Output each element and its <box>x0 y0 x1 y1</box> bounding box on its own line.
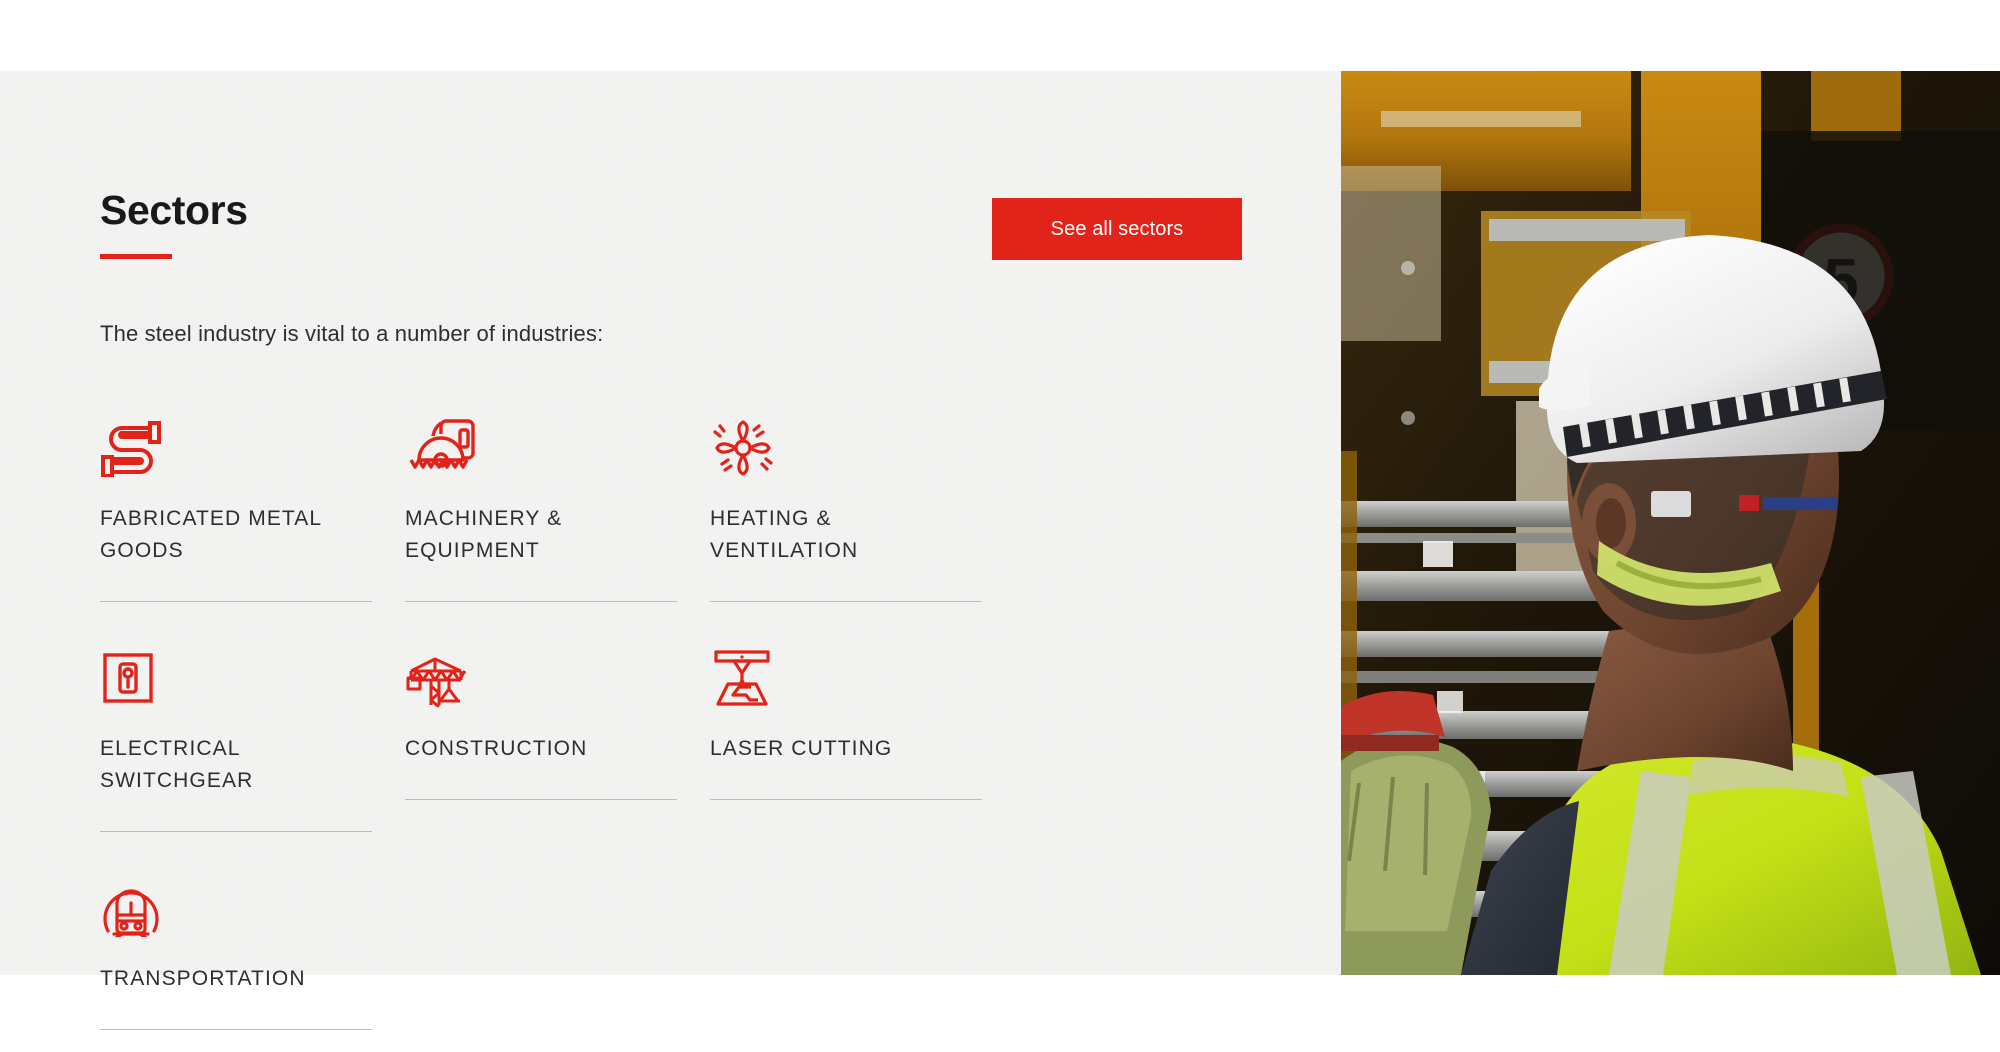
sector-divider <box>405 799 677 800</box>
sector-item-transportation[interactable]: TRANSPORTATION <box>100 875 405 1052</box>
sector-label: TRANSPORTATION <box>100 967 306 990</box>
title-underline-rule <box>100 254 172 259</box>
sector-grid: FABRICATED METAL GOODS MACHINERY & EQUIP… <box>100 415 1300 1052</box>
sector-label: ELECTRICAL SWITCHGEAR <box>100 737 254 792</box>
sector-label: CONSTRUCTION <box>405 737 588 760</box>
see-all-sectors-button[interactable]: See all sectors <box>992 198 1242 260</box>
panel-content: Sectors See all sectors The steel indust… <box>100 184 1290 1052</box>
train-icon <box>100 875 405 937</box>
section-header: Sectors See all sectors <box>100 184 1290 284</box>
circular-saw-icon <box>405 415 710 477</box>
sector-divider <box>100 1029 372 1030</box>
tower-crane-icon <box>405 645 710 707</box>
sector-label: HEATING & VENTILATION <box>710 507 859 562</box>
light-switch-icon <box>100 645 405 707</box>
page-root: Sectors See all sectors The steel indust… <box>0 0 2000 1052</box>
section-intro-text: The steel industry is vital to a number … <box>100 321 604 346</box>
sector-item-electrical-switchgear[interactable]: ELECTRICAL SWITCHGEAR <box>100 645 405 875</box>
sector-item-heating-ventilation[interactable]: HEATING & VENTILATION <box>710 415 1015 645</box>
s-pipe-icon <box>100 415 405 477</box>
sector-divider <box>710 799 982 800</box>
sector-item-machinery-equipment[interactable]: MACHINERY & EQUIPMENT <box>405 415 710 645</box>
sector-item-construction[interactable]: CONSTRUCTION <box>405 645 710 875</box>
sector-label: FABRICATED METAL GOODS <box>100 507 322 562</box>
sector-divider <box>710 601 982 602</box>
sector-label: MACHINERY & EQUIPMENT <box>405 507 563 562</box>
sector-item-fabricated-metal-goods[interactable]: FABRICATED METAL GOODS <box>100 415 405 645</box>
sector-divider <box>100 601 372 602</box>
sector-item-laser-cutting[interactable]: LASER CUTTING <box>710 645 1015 875</box>
laser-cutter-icon <box>710 645 1015 707</box>
sector-divider <box>100 831 372 832</box>
warehouse-worker-photo: 5 <box>1341 71 2000 975</box>
sector-divider <box>405 601 677 602</box>
sector-label: LASER CUTTING <box>710 737 893 760</box>
sectors-panel: Sectors See all sectors The steel indust… <box>0 71 1341 1030</box>
fan-icon <box>710 415 1015 477</box>
